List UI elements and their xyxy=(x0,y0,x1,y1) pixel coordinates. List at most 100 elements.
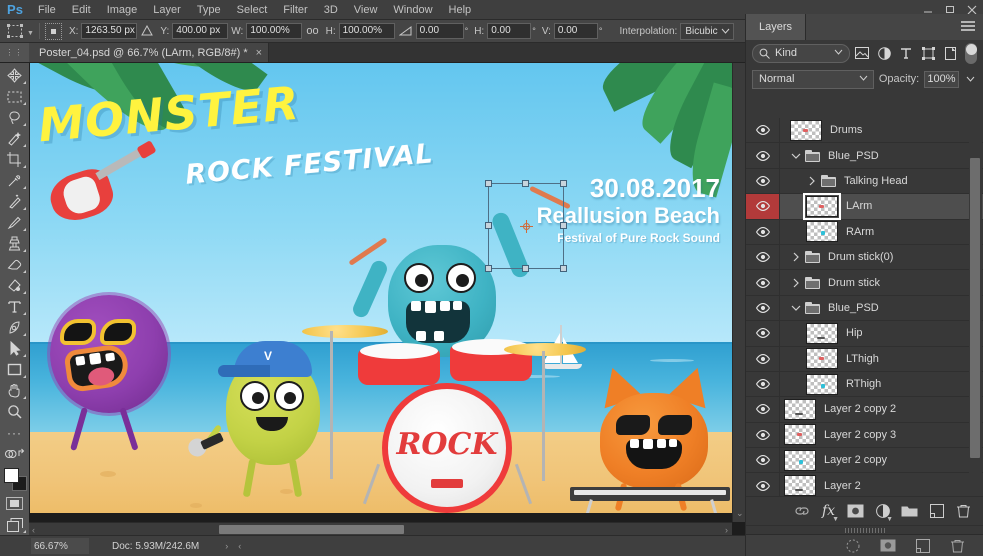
brush-tool[interactable] xyxy=(1,212,28,233)
layer-mask-icon[interactable] xyxy=(847,502,864,520)
layer-thumbnail[interactable] xyxy=(806,322,838,344)
filter-kind-select[interactable]: Kind xyxy=(752,43,850,63)
tab-layers[interactable]: Layers xyxy=(746,14,807,40)
panel-resize-grip[interactable] xyxy=(746,525,983,534)
chevron-right-icon[interactable] xyxy=(790,278,801,288)
hand-tool[interactable] xyxy=(1,380,28,401)
skew-v-input[interactable]: 0.00 xyxy=(553,23,598,39)
skew-h-input[interactable]: 0.00 xyxy=(487,23,532,39)
layer-row[interactable]: LArm xyxy=(746,192,983,220)
menu-file[interactable]: File xyxy=(30,0,64,20)
status-expand-icon[interactable]: › xyxy=(225,541,228,551)
layer-row[interactable]: Drum stick(0) xyxy=(746,244,983,271)
layer-style-icon[interactable]: fx ▼ xyxy=(820,502,839,523)
new-layer-icon[interactable] xyxy=(928,502,945,520)
menu-layer[interactable]: Layer xyxy=(145,0,189,20)
layer-visibility-toggle[interactable] xyxy=(746,219,780,244)
layer-thumbnail[interactable] xyxy=(784,475,816,497)
layer-visibility-toggle[interactable] xyxy=(746,295,780,321)
poster-artwork[interactable]: MONSTER ROCK FESTIVAL 30.08.2017 Reallus… xyxy=(30,63,742,513)
eraser-tool[interactable] xyxy=(1,254,28,275)
selection-icon[interactable] xyxy=(844,537,861,555)
layer-visibility-toggle[interactable] xyxy=(746,244,780,270)
eyedropper-tool[interactable] xyxy=(1,170,28,191)
chevron-down-icon[interactable]: ⌄ xyxy=(736,508,744,519)
toolbar-collapse-handle[interactable]: ⋮⋮ xyxy=(0,43,29,62)
chevron-right-icon[interactable] xyxy=(790,252,801,262)
adjustment-layer-icon[interactable]: ▼ xyxy=(874,502,893,523)
chevron-down-icon[interactable] xyxy=(790,152,801,160)
pixel-filter-icon[interactable] xyxy=(853,44,872,63)
link-aspect-ratio-icon[interactable]: oo xyxy=(306,25,318,37)
menu-filter[interactable]: Filter xyxy=(275,0,315,20)
layer-thumbnail[interactable] xyxy=(806,348,838,370)
menu-select[interactable]: Select xyxy=(229,0,276,20)
layer-visibility-toggle[interactable] xyxy=(746,422,780,448)
layer-visibility-toggle[interactable] xyxy=(746,321,780,346)
transform-handle-tl[interactable] xyxy=(485,180,492,187)
layer-thumbnail[interactable] xyxy=(806,373,838,395)
delta-icon[interactable] xyxy=(141,25,154,37)
menu-3d[interactable]: 3D xyxy=(316,0,346,20)
layer-thumbnail[interactable] xyxy=(806,221,838,243)
layer-thumbnail[interactable] xyxy=(790,119,822,141)
layer-row[interactable]: RArm xyxy=(746,219,983,245)
new-group-icon[interactable] xyxy=(901,502,918,520)
menu-help[interactable]: Help xyxy=(441,0,480,20)
chevron-left-icon[interactable]: ‹ xyxy=(32,525,35,535)
opacity-input[interactable]: 100% xyxy=(924,70,959,88)
layer-row[interactable]: Drums xyxy=(746,118,983,144)
layer-thumbnail[interactable] xyxy=(803,192,841,220)
layer-row[interactable]: Layer 2 copy xyxy=(746,448,983,474)
chevron-right-icon[interactable]: › xyxy=(725,525,728,535)
width-input[interactable]: 100.00% xyxy=(246,23,303,39)
layer-thumbnail[interactable] xyxy=(784,398,816,420)
y-input[interactable]: 400.00 px xyxy=(172,23,229,39)
layer-visibility-toggle[interactable] xyxy=(746,168,780,194)
type-tool[interactable] xyxy=(1,296,28,317)
transform-handle-br[interactable] xyxy=(560,265,567,272)
layer-row[interactable]: RThigh xyxy=(746,371,983,398)
x-input[interactable]: 1263.50 px xyxy=(81,23,138,39)
tool-preset-chevron-icon[interactable]: ▼ xyxy=(27,30,34,37)
layer-visibility-toggle[interactable] xyxy=(746,118,780,143)
document-tab[interactable]: Poster_04.psd @ 66.7% (LArm, RGB/8#) * × xyxy=(29,43,270,62)
lasso-tool[interactable] xyxy=(1,107,28,128)
layer-row[interactable]: Talking Head xyxy=(746,168,983,195)
layer-visibility-toggle[interactable] xyxy=(746,270,780,295)
layer-row[interactable]: Blue_PSD xyxy=(746,143,983,169)
transform-handle-tr[interactable] xyxy=(560,180,567,187)
zoom-level-field[interactable]: 66.67% xyxy=(31,538,89,554)
reference-point-selector[interactable] xyxy=(44,22,62,40)
layer-visibility-toggle[interactable] xyxy=(746,371,780,397)
layer-visibility-toggle[interactable] xyxy=(746,346,780,371)
transform-bounding-box[interactable] xyxy=(485,180,567,272)
shape-filter-icon[interactable] xyxy=(919,44,938,63)
delete-layer-icon[interactable] xyxy=(955,502,972,520)
marquee-tool[interactable] xyxy=(1,86,28,107)
menu-type[interactable]: Type xyxy=(189,0,229,20)
link-layers-icon[interactable] xyxy=(793,502,810,520)
smart-object-filter-icon[interactable] xyxy=(941,44,960,63)
healing-brush-tool[interactable] xyxy=(1,191,28,212)
adjustment-filter-icon[interactable] xyxy=(875,44,894,63)
transform-handle-ml[interactable] xyxy=(485,222,492,229)
status-collapse-icon[interactable]: ‹ xyxy=(238,541,241,551)
transform-handle-bc[interactable] xyxy=(522,265,529,272)
quick-mask-icon[interactable] xyxy=(1,493,28,514)
blend-mode-select[interactable]: Normal xyxy=(752,69,874,89)
new-layer-icon[interactable] xyxy=(914,537,931,555)
layer-visibility-toggle[interactable] xyxy=(746,448,780,473)
menu-image[interactable]: Image xyxy=(99,0,146,20)
transform-handle-bl[interactable] xyxy=(485,265,492,272)
layer-thumbnail[interactable] xyxy=(784,449,816,471)
layer-visibility-toggle[interactable] xyxy=(746,143,780,168)
zoom-tool[interactable] xyxy=(1,401,28,422)
canvas-horizontal-scrollbar[interactable]: ‹ › xyxy=(29,522,732,535)
transform-center-point[interactable] xyxy=(520,220,533,233)
layer-list[interactable]: Drums Blue_PSD Talking Head LArm RArm Drum st… xyxy=(746,118,983,506)
color-swatches[interactable] xyxy=(1,466,28,492)
screen-mode-icon[interactable] xyxy=(1,514,28,535)
quick-selection-tool[interactable] xyxy=(1,128,28,149)
trash-icon[interactable] xyxy=(949,537,966,555)
